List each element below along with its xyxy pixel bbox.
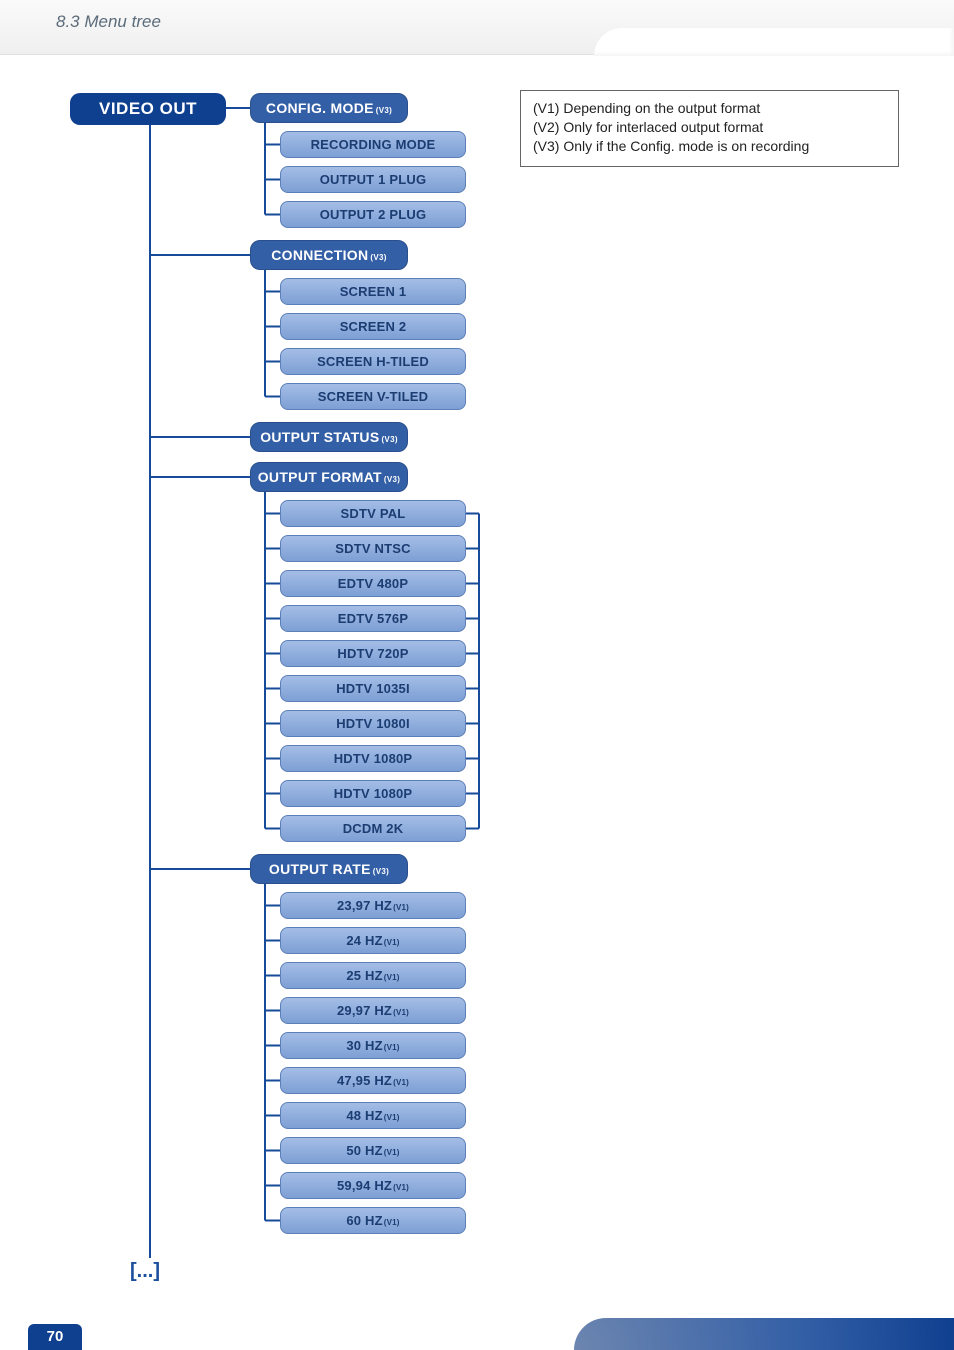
leaf-label: 47,95 HZ	[337, 1073, 392, 1088]
footer-decor	[574, 1318, 954, 1350]
category-label: OUTPUT RATE	[269, 861, 371, 877]
leaf-node: SDTV PAL	[280, 500, 466, 527]
leaf-sup: (V1)	[393, 1183, 409, 1192]
leaf-label: 29,97 HZ	[337, 1003, 392, 1018]
footnote-line: (V2) Only for interlaced output format	[533, 118, 886, 137]
leaf-label: 23,97 HZ	[337, 898, 392, 913]
category-label: CONNECTION	[271, 247, 368, 263]
leaf-sup: (V1)	[393, 1078, 409, 1087]
leaf-node: HDTV 1080P	[280, 745, 466, 772]
leaf-node: 29,97 HZ(V1)	[280, 997, 466, 1024]
category-sup: (V3)	[384, 475, 400, 484]
category-sup: (V3)	[370, 253, 386, 262]
leaf-label: 48 HZ	[346, 1108, 382, 1123]
footnote-box: (V1) Depending on the output format (V2)…	[520, 90, 899, 167]
leaf-node: HDTV 720P	[280, 640, 466, 667]
leaf-node: SCREEN 2	[280, 313, 466, 340]
leaf-node: 48 HZ(V1)	[280, 1102, 466, 1129]
header-decor	[594, 28, 954, 56]
leaf-label: HDTV 1080P	[334, 786, 413, 801]
leaf-label: 30 HZ	[346, 1038, 382, 1053]
leaf-label: HDTV 1035I	[336, 681, 410, 696]
root-label: VIDEO OUT	[99, 99, 197, 118]
leaf-node: OUTPUT 1 PLUG	[280, 166, 466, 193]
leaf-node: OUTPUT 2 PLUG	[280, 201, 466, 228]
leaf-node: 25 HZ(V1)	[280, 962, 466, 989]
category-label: OUTPUT FORMAT	[258, 469, 382, 485]
leaf-node: SDTV NTSC	[280, 535, 466, 562]
leaf-label: OUTPUT 1 PLUG	[320, 172, 427, 187]
page: 8.3 Menu tree VIDEO OUT CONFIG. MODE(V3)…	[0, 0, 954, 1350]
leaf-label: 24 HZ	[346, 933, 382, 948]
leaf-node: 50 HZ(V1)	[280, 1137, 466, 1164]
leaf-label: HDTV 720P	[337, 646, 408, 661]
leaf-label: SDTV NTSC	[335, 541, 410, 556]
leaf-label: SCREEN 2	[340, 319, 407, 334]
leaf-label: DCDM 2K	[343, 821, 404, 836]
category-sup: (V3)	[381, 435, 397, 444]
footnote-line: (V3) Only if the Config. mode is on reco…	[533, 137, 886, 156]
leaf-label: HDTV 1080P	[334, 751, 413, 766]
category-node: OUTPUT FORMAT(V3)	[250, 462, 408, 492]
category-label: OUTPUT STATUS	[260, 429, 379, 445]
category-sup: (V3)	[376, 106, 392, 115]
leaf-label: SCREEN V-TILED	[318, 389, 428, 404]
leaf-label: SDTV PAL	[341, 506, 406, 521]
leaf-sup: (V1)	[384, 938, 400, 947]
category-node: OUTPUT RATE(V3)	[250, 854, 408, 884]
footnote-line: (V1) Depending on the output format	[533, 99, 886, 118]
leaf-node: RECORDING MODE	[280, 131, 466, 158]
leaf-label: SCREEN H-TILED	[317, 354, 429, 369]
root-node-video-out: VIDEO OUT	[70, 93, 226, 125]
leaf-sup: (V1)	[384, 1218, 400, 1227]
leaf-label: 59,94 HZ	[337, 1178, 392, 1193]
page-number: 70	[28, 1324, 82, 1350]
leaf-label: 60 HZ	[346, 1213, 382, 1228]
category-node: CONNECTION(V3)	[250, 240, 408, 270]
leaf-node: SCREEN V-TILED	[280, 383, 466, 410]
leaf-sup: (V1)	[384, 973, 400, 982]
leaf-node: SCREEN 1	[280, 278, 466, 305]
leaf-node: 24 HZ(V1)	[280, 927, 466, 954]
leaf-label: 25 HZ	[346, 968, 382, 983]
leaf-node: SCREEN H-TILED	[280, 348, 466, 375]
section-title: 8.3 Menu tree	[56, 12, 161, 32]
category-node: CONFIG. MODE(V3)	[250, 93, 408, 123]
leaf-node: 59,94 HZ(V1)	[280, 1172, 466, 1199]
leaf-label: SCREEN 1	[340, 284, 407, 299]
leaf-label: OUTPUT 2 PLUG	[320, 207, 427, 222]
leaf-node: 30 HZ(V1)	[280, 1032, 466, 1059]
continuation-marker: [...]	[130, 1260, 160, 1283]
leaf-sup: (V1)	[393, 1008, 409, 1017]
leaf-node: HDTV 1080I	[280, 710, 466, 737]
leaf-label: HDTV 1080I	[336, 716, 410, 731]
leaf-node: 47,95 HZ(V1)	[280, 1067, 466, 1094]
leaf-label: 50 HZ	[346, 1143, 382, 1158]
leaf-label: EDTV 576P	[338, 611, 408, 626]
leaf-node: 60 HZ(V1)	[280, 1207, 466, 1234]
leaf-sup: (V1)	[384, 1148, 400, 1157]
page-footer: 70	[0, 1306, 954, 1350]
leaf-sup: (V1)	[393, 903, 409, 912]
leaf-node: HDTV 1080P	[280, 780, 466, 807]
leaf-sup: (V1)	[384, 1043, 400, 1052]
leaf-node: DCDM 2K	[280, 815, 466, 842]
category-node: OUTPUT STATUS(V3)	[250, 422, 408, 452]
leaf-label: EDTV 480P	[338, 576, 408, 591]
leaf-label: RECORDING MODE	[311, 137, 436, 152]
category-sup: (V3)	[373, 867, 389, 876]
leaf-node: HDTV 1035I	[280, 675, 466, 702]
leaf-sup: (V1)	[384, 1113, 400, 1122]
leaf-node: 23,97 HZ(V1)	[280, 892, 466, 919]
category-label: CONFIG. MODE	[266, 100, 374, 116]
leaf-node: EDTV 480P	[280, 570, 466, 597]
leaf-node: EDTV 576P	[280, 605, 466, 632]
